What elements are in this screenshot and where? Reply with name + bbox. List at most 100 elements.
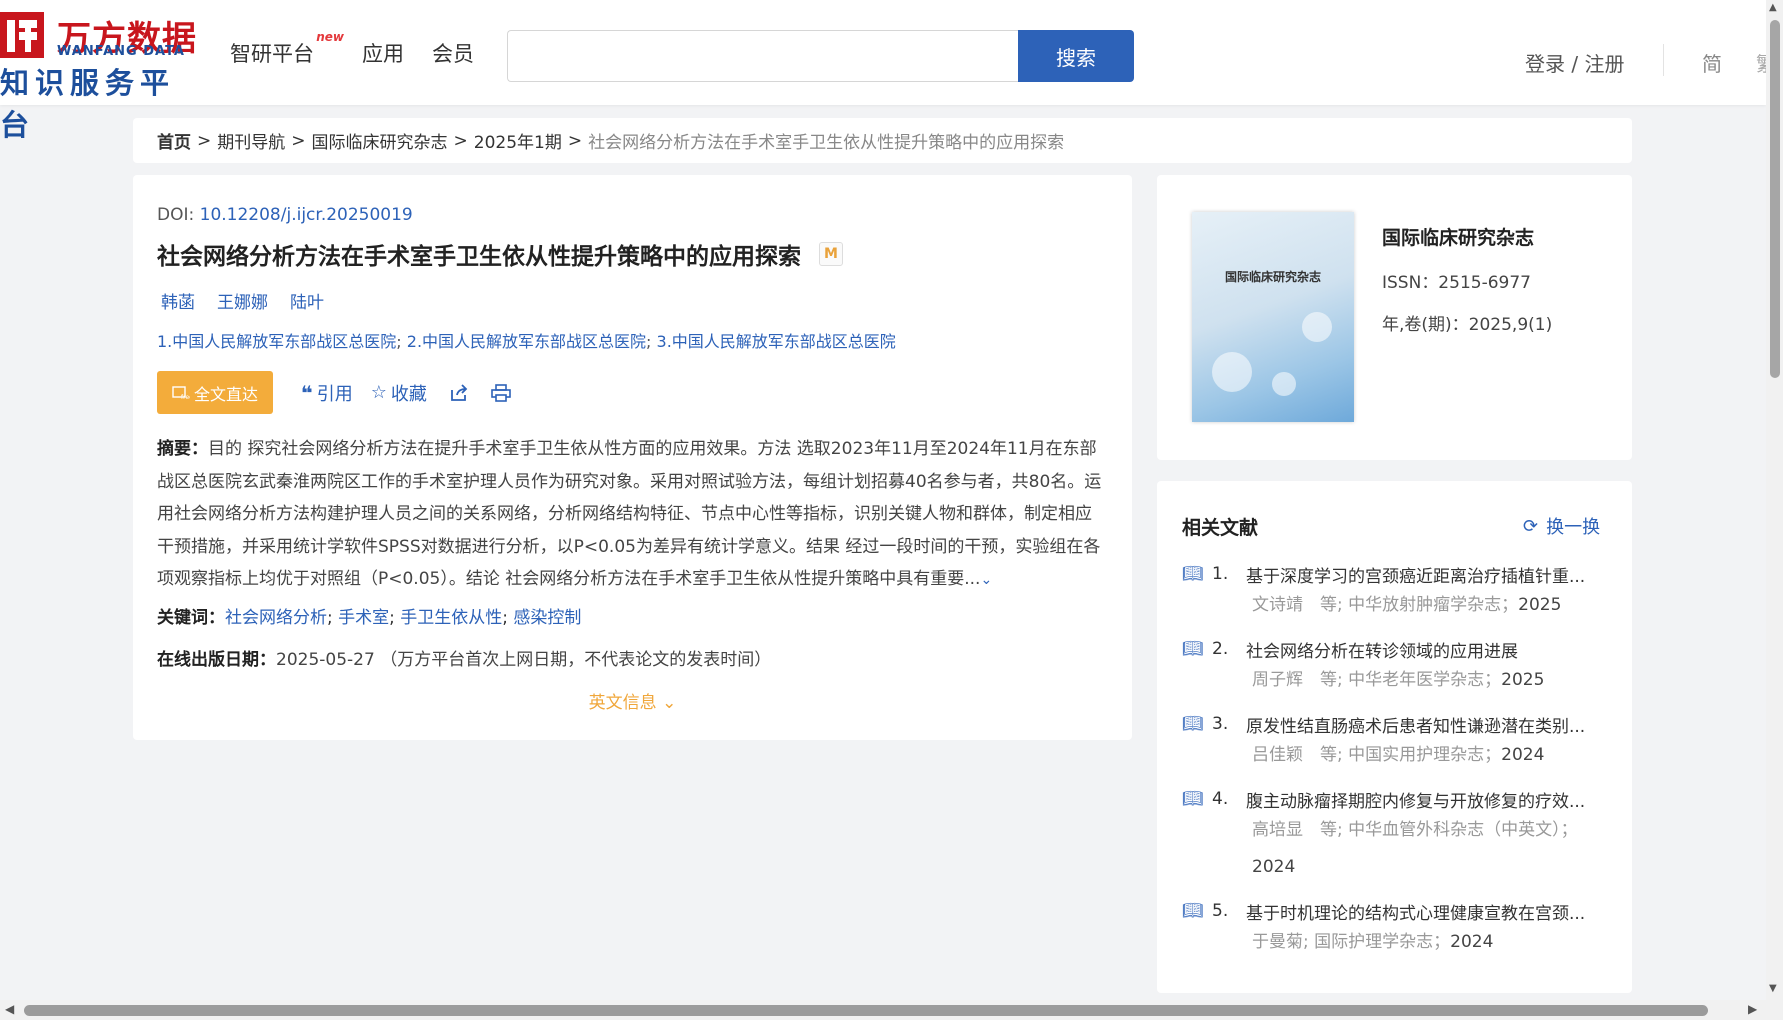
horizontal-scrollbar[interactable]: ◀ ▶ [0, 1000, 1766, 1020]
related-authors[interactable]: 高培显 等; [1252, 820, 1343, 840]
doi-link[interactable]: 10.12208/j.ijcr.20250019 [200, 205, 413, 225]
related-year: 2025 [1518, 595, 1562, 615]
search-bar: 搜索 [507, 30, 1134, 82]
affiliation-link[interactable]: 1.中国人民解放军东部战区总医院 [157, 332, 396, 351]
related-title-link[interactable]: 原发性结直肠癌术后患者知性谦逊潜在类别... [1246, 712, 1596, 737]
author-link[interactable]: 韩菡 [161, 288, 195, 313]
scroll-up-icon[interactable]: ▲ [1769, 2, 1777, 13]
breadcrumb-journal-nav[interactable]: 期刊导航 [217, 128, 285, 153]
related-number: 5. [1212, 901, 1229, 921]
share-icon [450, 383, 468, 401]
chevron-down-icon[interactable]: ⌄ [980, 572, 992, 588]
chevron-down-icon: ⌄ [662, 693, 677, 713]
article-card: DOI: 10.12208/j.ijcr.20250019 社会网络分析方法在手… [133, 175, 1132, 740]
cover-decoration [1302, 312, 1332, 342]
fulltext-icon: free [172, 385, 190, 400]
favorite-button[interactable]: ☆ 收藏 [371, 380, 427, 406]
cite-button[interactable]: ❝ 引用 [301, 380, 353, 406]
related-authors[interactable]: 文诗靖 等; [1252, 595, 1343, 615]
vertical-scroll-thumb[interactable] [1770, 20, 1780, 378]
author-link[interactable]: 王娜娜 [217, 288, 268, 313]
scroll-right-icon[interactable]: ▶ [1748, 1002, 1757, 1016]
logo-mark-icon [0, 12, 44, 58]
m-badge-icon[interactable]: M [819, 242, 843, 266]
related-year: 2024 [1501, 745, 1545, 765]
book-icon: 📖︎ [1182, 639, 1204, 659]
vertical-scrollbar[interactable]: ▲ ▼ [1766, 0, 1783, 1020]
related-authors[interactable]: 吕佳颖 等; [1252, 745, 1343, 765]
cover-title: 国际临床研究杂志 [1224, 270, 1321, 284]
search-button[interactable]: 搜索 [1018, 30, 1134, 82]
related-authors[interactable]: 于曼菊; [1252, 932, 1309, 952]
breadcrumb-journal[interactable]: 国际临床研究杂志 [312, 128, 448, 153]
journal-card: 国际临床研究杂志 国际临床研究杂志 ISSN：2515-6977 年,卷(期)：… [1157, 175, 1632, 460]
affiliation-link[interactable]: 3.中国人民解放军东部战区总医院 [657, 332, 896, 351]
book-icon: 📖︎ [1182, 564, 1204, 584]
keywords: 关键词：社会网络分析; 手术室; 手卫生依从性; 感染控制 [157, 608, 582, 628]
related-journal[interactable]: 中国实用护理杂志； [1348, 745, 1501, 765]
cover-decoration [1272, 372, 1296, 396]
article-title: 社会网络分析方法在手术室手卫生依从性提升策略中的应用探索 M [157, 237, 843, 271]
journal-cover[interactable]: 国际临床研究杂志 [1192, 212, 1354, 422]
pubdate-note: （万方平台首次上网日期，不代表论文的发表时间） [380, 650, 772, 670]
pubdate-value: 2025-05-27 [276, 650, 375, 670]
favorite-label: 收藏 [390, 383, 427, 405]
breadcrumb-home[interactable]: 首页 [157, 128, 191, 153]
journal-name[interactable]: 国际临床研究杂志 [1382, 223, 1534, 250]
abstract-label: 摘要： [157, 439, 208, 459]
refresh-label: 换一换 [1546, 517, 1601, 538]
related-title-link[interactable]: 社会网络分析在转诊领域的应用进展 [1246, 637, 1596, 662]
publish-date: 在线出版日期：2025-05-27 （万方平台首次上网日期，不代表论文的发表时间… [157, 645, 771, 670]
related-journal[interactable]: 中华血管外科杂志（中英文）； [1348, 820, 1578, 840]
cite-label: 引用 [316, 383, 353, 405]
scroll-down-icon[interactable]: ▼ [1769, 983, 1777, 994]
horizontal-scroll-thumb[interactable] [24, 1005, 1708, 1016]
related-title-link[interactable]: 基于深度学习的宫颈癌近距离治疗插植针重... [1246, 562, 1596, 587]
abstract: 摘要：目的 探究社会网络分析方法在提升手术室手卫生依从性方面的应用效果。方法 选… [157, 433, 1107, 597]
author-link[interactable]: 陆叶 [290, 288, 324, 313]
affiliation-link[interactable]: 2.中国人民解放军东部战区总医院 [407, 332, 646, 351]
login-register-link[interactable]: 登录 / 注册 [1525, 48, 1624, 77]
author-list: 韩菡 王娜娜 陆叶 [161, 288, 324, 313]
journal-volume: 年,卷(期)：2025,9(1) [1382, 315, 1553, 335]
affiliation-separator: ; [646, 332, 652, 351]
doi-label: DOI: [157, 205, 195, 225]
article-title-text: 社会网络分析方法在手术室手卫生依从性提升策略中的应用探索 [157, 244, 801, 270]
breadcrumb-issue[interactable]: 2025年1期 [474, 128, 562, 153]
related-item: 📖︎ 4. 腹主动脉瘤择期腔内修复与开放修复的疗效... 高培显 等; 中华血管外科… [1182, 786, 1612, 886]
related-year: 2024 [1252, 857, 1296, 877]
nav-item-zhiyan[interactable]: 智研平台 new [230, 30, 344, 68]
related-title-link[interactable]: 基于时机理论的结构式心理健康宣教在宫颈... [1246, 899, 1596, 924]
related-journal[interactable]: 国际护理学杂志； [1314, 932, 1450, 952]
refresh-button[interactable]: ⟳ 换一换 [1523, 513, 1600, 539]
related-number: 2. [1212, 639, 1229, 659]
share-button[interactable] [449, 383, 469, 402]
cover-decoration [1212, 352, 1252, 392]
breadcrumb-separator: > [567, 130, 583, 151]
nav-item-apps[interactable]: 应用 [362, 38, 404, 68]
search-input[interactable] [507, 30, 1020, 82]
breadcrumb-current: 社会网络分析方法在手术室手卫生依从性提升策略中的应用探索 [588, 133, 1065, 153]
related-authors[interactable]: 周子辉 等; [1252, 670, 1343, 690]
keyword-link[interactable]: 手卫生依从性 [400, 608, 502, 628]
keyword-link[interactable]: 社会网络分析 [225, 608, 327, 628]
keyword-link[interactable]: 感染控制 [513, 608, 581, 628]
related-list: 📖︎ 1. 基于深度学习的宫颈癌近距离治疗插植针重... 文诗靖 等; 中华放射肿瘤… [1182, 561, 1612, 973]
related-title-link[interactable]: 腹主动脉瘤择期腔内修复与开放修复的疗效... [1246, 787, 1596, 812]
scroll-left-icon[interactable]: ◀ [5, 1002, 14, 1016]
english-info-toggle[interactable]: 英文信息 ⌄ [133, 688, 1132, 713]
nav-item-membership[interactable]: 会员 [432, 38, 474, 68]
fulltext-button[interactable]: free 全文直达 [157, 371, 273, 414]
affiliation-list: 1.中国人民解放军东部战区总医院; 2.中国人民解放军东部战区总医院; 3.中国… [157, 328, 896, 352]
printer-icon [491, 383, 511, 402]
print-button[interactable] [491, 383, 511, 402]
lang-simplified-button[interactable]: 简 [1702, 48, 1722, 77]
related-journal[interactable]: 中华放射肿瘤学杂志； [1348, 595, 1518, 615]
related-journal[interactable]: 中华老年医学杂志； [1348, 670, 1501, 690]
nav-label: 智研平台 [230, 42, 314, 66]
keyword-link[interactable]: 手术室 [338, 608, 389, 628]
abstract-text: 目的 探究社会网络分析方法在提升手术室手卫生依从性方面的应用效果。方法 选取20… [157, 439, 1102, 589]
new-badge: new [316, 30, 344, 44]
fulltext-label: 全文直达 [193, 384, 258, 404]
wanfang-logo[interactable]: 万方数据 WANFANG DATA 知识服务平台 [0, 8, 200, 142]
